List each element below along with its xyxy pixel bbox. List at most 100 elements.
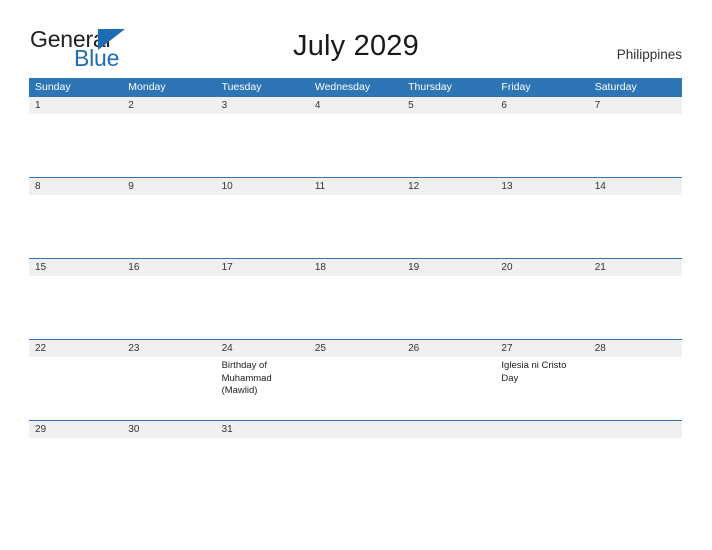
day-events: [35, 357, 119, 360]
day-events: [595, 114, 679, 117]
day-number: 16: [128, 262, 140, 273]
day-number: [408, 421, 492, 438]
day-cell[interactable]: 15: [29, 259, 122, 339]
day-cell[interactable]: 23: [122, 340, 215, 420]
day-cell[interactable]: 24 Birthday of Muhammad (Mawlid): [216, 340, 309, 420]
day-cell[interactable]: 4: [309, 97, 402, 177]
day-events: [501, 276, 585, 279]
weekday-header-saturday: Saturday: [594, 81, 637, 93]
day-number: 28: [594, 343, 606, 354]
calendar-grid: Sunday Monday Tuesday Wednesday Thursday…: [29, 78, 682, 439]
day-number: 6: [501, 100, 507, 111]
day-cell[interactable]: [309, 421, 402, 439]
day-number: 8: [35, 181, 41, 192]
day-number: 14: [594, 181, 606, 192]
day-events: [35, 276, 119, 279]
holiday-event: Birthday of Muhammad (Mawlid): [221, 360, 272, 396]
calendar-week-row: 1 2 3 4 5 6 7: [29, 96, 682, 177]
day-number: 20: [501, 262, 513, 273]
day-events: [315, 357, 399, 360]
day-cell[interactable]: 28: [589, 340, 682, 420]
day-cell[interactable]: 19: [402, 259, 495, 339]
day-number: [315, 421, 399, 438]
weekday-header-wednesday: Wednesday: [314, 81, 371, 93]
day-cell[interactable]: 17: [216, 259, 309, 339]
day-events: [501, 114, 585, 117]
day-number: 15: [35, 262, 47, 273]
calendar-week-row: 29 30 31: [29, 420, 682, 439]
day-cell[interactable]: 29: [29, 421, 122, 439]
day-number: 24: [221, 343, 233, 354]
day-number: 13: [501, 181, 513, 192]
day-cell[interactable]: 30: [122, 421, 215, 439]
day-number: 12: [408, 181, 420, 192]
day-events: [315, 276, 399, 279]
day-number: 7: [594, 100, 601, 111]
weekday-header-tuesday: Tuesday: [221, 81, 262, 93]
day-events: [222, 276, 306, 279]
day-number: 22: [35, 343, 47, 354]
day-number: 3: [221, 100, 228, 111]
day-events: [128, 276, 212, 279]
day-cell[interactable]: 26: [402, 340, 495, 420]
day-events: [222, 195, 306, 198]
day-cell[interactable]: [495, 421, 588, 439]
day-number: [501, 421, 585, 438]
day-cell[interactable]: 14: [589, 178, 682, 258]
day-cell[interactable]: 9: [122, 178, 215, 258]
day-number: 31: [221, 424, 233, 435]
day-cell[interactable]: 1: [29, 97, 122, 177]
day-number: 5: [408, 100, 414, 111]
day-cell[interactable]: 21: [589, 259, 682, 339]
day-cell[interactable]: 31: [216, 421, 309, 439]
day-number: 23: [128, 343, 140, 354]
day-number: [595, 421, 679, 438]
day-events: Iglesia ni Cristo Day: [501, 357, 585, 385]
day-cell[interactable]: 3: [216, 97, 309, 177]
day-cell[interactable]: 22: [29, 340, 122, 420]
weekday-header-friday: Friday: [501, 81, 531, 93]
day-number: 10: [221, 181, 233, 192]
day-events: [408, 114, 492, 117]
day-cell[interactable]: 18: [309, 259, 402, 339]
day-cell[interactable]: 13: [495, 178, 588, 258]
weekday-header-thursday: Thursday: [408, 81, 452, 93]
day-cell[interactable]: [589, 421, 682, 439]
calendar-week-row: 22 23 24 Birthday of Muhammad (Mawlid) 2…: [29, 339, 682, 420]
day-events: [595, 357, 679, 360]
day-number: 30: [128, 424, 140, 435]
day-events: [128, 195, 212, 198]
page-title: July 2029: [293, 30, 419, 62]
day-events: [222, 114, 306, 117]
day-cell[interactable]: 11: [309, 178, 402, 258]
day-number: 4: [314, 100, 321, 111]
day-events: [128, 114, 212, 117]
calendar-week-row: 8 9 10 11 12 13 14: [29, 177, 682, 258]
day-events: Birthday of Muhammad (Mawlid): [222, 357, 306, 398]
day-cell[interactable]: 8: [29, 178, 122, 258]
day-events: [408, 195, 492, 198]
day-cell[interactable]: 2: [122, 97, 215, 177]
day-number: 11: [314, 181, 326, 192]
day-cell[interactable]: 25: [309, 340, 402, 420]
day-number: 9: [128, 181, 134, 192]
day-cell[interactable]: 7: [589, 97, 682, 177]
day-events: [408, 357, 492, 360]
page-header: General Blue July 2029 Philippines: [0, 0, 712, 78]
day-cell[interactable]: 27 Iglesia ni Cristo Day: [495, 340, 588, 420]
day-events: [315, 195, 399, 198]
day-number: 26: [408, 343, 420, 354]
day-cell[interactable]: 16: [122, 259, 215, 339]
day-cell[interactable]: [402, 421, 495, 439]
weekday-header-monday: Monday: [128, 81, 166, 93]
day-cell[interactable]: 12: [402, 178, 495, 258]
day-cell[interactable]: 20: [495, 259, 588, 339]
weekday-header-row: Sunday Monday Tuesday Wednesday Thursday…: [29, 78, 682, 96]
day-events: [501, 195, 585, 198]
day-cell[interactable]: 6: [495, 97, 588, 177]
day-events: [595, 195, 679, 198]
day-events: [35, 195, 119, 198]
day-events: [128, 357, 212, 360]
day-cell[interactable]: 5: [402, 97, 495, 177]
day-cell[interactable]: 10: [216, 178, 309, 258]
